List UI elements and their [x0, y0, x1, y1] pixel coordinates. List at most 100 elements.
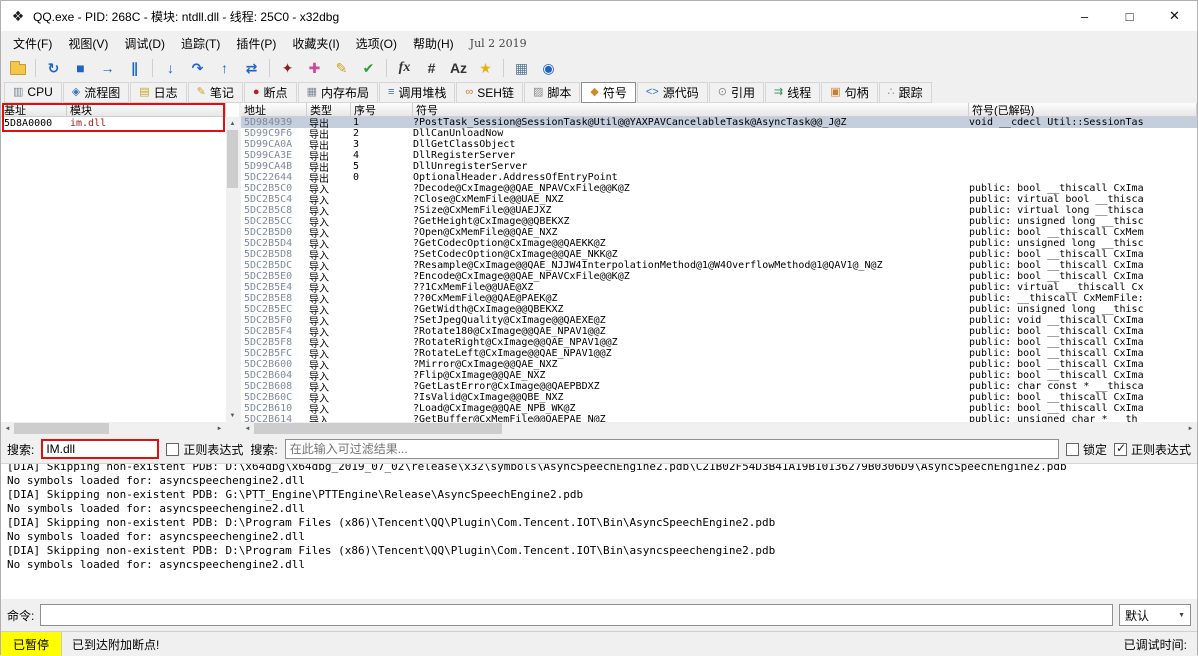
menu-favourites[interactable]: 收藏夹(I) — [284, 32, 347, 55]
tab-threads[interactable]: ⇉线程 — [765, 82, 820, 103]
minimize-button[interactable]: – — [1062, 1, 1107, 31]
module-row[interactable]: 5D8A0000im.dll — [1, 117, 226, 130]
command-profile-select[interactable]: 默认 ▼ — [1119, 604, 1191, 626]
symbol-row[interactable]: 5DC2B5F0导入?SetJpegQuality@CxImage@@QAEXE… — [241, 315, 1197, 326]
tab-handles[interactable]: ▣句柄 — [821, 82, 877, 103]
tab-script[interactable]: ▨脚本 — [524, 82, 580, 103]
symbol-row[interactable]: 5DC2B5E8导入??0CxMemFile@@QAE@PAEK@Zpublic… — [241, 293, 1197, 304]
tab-references[interactable]: ⊙引用 — [709, 82, 764, 103]
calculator-button[interactable]: fx — [392, 57, 417, 79]
close-button[interactable]: ✕ — [1152, 1, 1197, 31]
tab-call-stack[interactable]: ≡调用堆栈 — [379, 82, 455, 103]
scroll-down-button[interactable]: ▼ — [226, 409, 239, 422]
symbol-header-ordinal[interactable]: 序号 — [351, 103, 413, 117]
symbol-filter-input[interactable] — [285, 439, 1059, 459]
step-over-button[interactable]: ↷ — [185, 57, 210, 79]
step-into-button[interactable]: ↓ — [158, 57, 183, 79]
menu-view[interactable]: 视图(V) — [60, 32, 116, 55]
tab-graph[interactable]: ◈流程图 — [63, 82, 129, 103]
tab-trace[interactable]: ∴跟踪 — [879, 82, 932, 103]
tab-notes[interactable]: ✎笔记 — [188, 82, 243, 103]
symbol-row[interactable]: 5DC2B60C导入?IsValid@CxImage@@QBE_NXZpubli… — [241, 392, 1197, 403]
tab-seh-chain[interactable]: ∞SEH链 — [456, 82, 523, 103]
scroll-up-button[interactable]: ▲ — [226, 117, 239, 130]
lock-checkbox[interactable] — [1066, 443, 1079, 456]
comment-button[interactable]: ✎ — [329, 57, 354, 79]
run-to-user-code-button[interactable]: ⇄ — [239, 57, 264, 79]
open-file-button[interactable] — [5, 57, 30, 79]
execute-till-return-button[interactable]: ↑ — [212, 57, 237, 79]
symbol-row[interactable]: 5DC2B5CC导入?GetHeight@CxImage@@QBEKXZpubl… — [241, 216, 1197, 227]
tab-source[interactable]: <>源代码 — [637, 82, 708, 103]
symbol-row[interactable]: 5DC2B5D4导入?GetCodecOption@CxImage@@QAEKK… — [241, 238, 1197, 249]
symbol-header-address[interactable]: 地址 — [241, 103, 307, 117]
module-search-input[interactable] — [41, 439, 159, 459]
symbol-header-undecorated[interactable]: 符号(已解码) — [969, 103, 1197, 117]
symbol-row[interactable]: 5DC2B5EC导入?GetWidth@CxImage@@QBEKXZpubli… — [241, 304, 1197, 315]
symbol-row[interactable]: 5DC2B5E0导入?Encode@CxImage@@QAE_NPAVCxFil… — [241, 271, 1197, 282]
menu-debug[interactable]: 调试(D) — [116, 32, 173, 55]
scrollbar-track[interactable] — [226, 130, 239, 409]
tab-cpu[interactable]: ▥CPU — [4, 82, 62, 103]
check-button[interactable]: ✔ — [356, 57, 381, 79]
scroll-right-button[interactable]: ► — [213, 422, 226, 435]
symbol-header-symbol[interactable]: 符号 — [413, 103, 969, 117]
module-horizontal-scrollbar[interactable]: ◄ ► — [1, 422, 226, 435]
run-button[interactable]: → — [95, 57, 120, 79]
symbol-row[interactable]: 5DC2B5F8导入?RotateRight@CxImage@@QAE_NPAV… — [241, 337, 1197, 348]
scrollbar-track[interactable] — [254, 422, 1184, 435]
tab-symbols[interactable]: ◆符号 — [581, 82, 635, 103]
symbol-row[interactable]: 5DC2B5C8导入?Size@CxMemFile@@UAEJXZpublic:… — [241, 205, 1197, 216]
stop-button[interactable]: ■ — [68, 57, 93, 79]
tab-memory-map[interactable]: ▦内存布局 — [298, 82, 378, 103]
symbol-row[interactable]: 5DC2B5D0导入?Open@CxMemFile@@QAE_NXZpublic… — [241, 227, 1197, 238]
symbol-row[interactable]: 5DC2B610导入?Load@CxImage@@QAE_NPB_WK@Zpub… — [241, 403, 1197, 414]
command-input[interactable] — [40, 604, 1113, 626]
symbol-row[interactable]: 5DC2B608导入?GetLastError@CxImage@@QAEPBDX… — [241, 381, 1197, 392]
filter-regex-checkbox[interactable] — [1114, 443, 1127, 456]
symbol-row[interactable]: 5DC2B5F4导入?Rotate180@CxImage@@QAE_NPAV1@… — [241, 326, 1197, 337]
scrollbar-thumb[interactable] — [254, 423, 502, 434]
tab-log[interactable]: ▤日志 — [130, 82, 186, 103]
menu-trace[interactable]: 追踪(T) — [173, 32, 228, 55]
symbol-row[interactable]: 5D984939导出1?PostTask_Session@SessionTask… — [241, 117, 1197, 128]
scrollbar-track[interactable] — [14, 422, 213, 435]
tab-breakpoints[interactable]: ●断点 — [244, 82, 297, 103]
symbol-row[interactable]: 5DC2B600导入?Mirror@CxImage@@QAE_NXZpublic… — [241, 359, 1197, 370]
symbol-row[interactable]: 5DC2B5FC导入?RotateLeft@CxImage@@QAE_NPAV1… — [241, 348, 1197, 359]
scroll-left-button[interactable]: ◄ — [1, 422, 14, 435]
symbol-row[interactable]: 5D99CA0A导出3DllGetClassObject — [241, 139, 1197, 150]
symbol-row[interactable]: 5DC2B5C0导入?Decode@CxImage@@QAE_NPAVCxFil… — [241, 183, 1197, 194]
hash-button[interactable]: # — [419, 57, 444, 79]
symbol-row[interactable]: 5DC2B604导入?Flip@CxImage@@QAE_NXZpublic: … — [241, 370, 1197, 381]
symbol-row[interactable]: 5DC2B614导入?GetBuffer@CxMemFile@@QAEPAE_N… — [241, 414, 1197, 422]
symbol-row[interactable]: 5DC2B5C4导入?Close@CxMemFile@@UAE_NXZpubli… — [241, 194, 1197, 205]
menu-file[interactable]: 文件(F) — [5, 32, 60, 55]
regex-checkbox[interactable] — [166, 443, 179, 456]
symbol-row[interactable]: 5D99CA4B导出5DllUnregisterServer — [241, 161, 1197, 172]
module-header-base[interactable]: 基址 — [1, 103, 67, 117]
strings-button[interactable]: Az — [446, 57, 471, 79]
menu-help[interactable]: 帮助(H) — [405, 32, 462, 55]
memory-grid-button[interactable]: ▦ — [509, 57, 534, 79]
symbol-row[interactable]: 5D99C9F6导出2DllCanUnloadNow — [241, 128, 1197, 139]
symbol-header-type[interactable]: 类型 — [307, 103, 351, 117]
menu-options[interactable]: 选项(O) — [348, 32, 405, 55]
globe-button[interactable]: ◉ — [536, 57, 561, 79]
symbol-row[interactable]: 5DC2B5D8导入?SetCodecOption@CxImage@@QAE_N… — [241, 249, 1197, 260]
module-header-module[interactable]: 模块 — [67, 103, 226, 117]
symbol-row[interactable]: 5DC2B5E4导入??1CxMemFile@@UAE@XZpublic: vi… — [241, 282, 1197, 293]
settings-button[interactable]: ✦ — [275, 57, 300, 79]
module-vertical-scrollbar[interactable]: ▲ ▼ — [226, 117, 239, 422]
scrollbar-thumb[interactable] — [227, 130, 238, 188]
scrollbar-thumb[interactable] — [14, 423, 109, 434]
symbol-row[interactable]: 5DC22644导出0OptionalHeader.AddressOfEntry… — [241, 172, 1197, 183]
patches-button[interactable]: ✚ — [302, 57, 327, 79]
menu-plugins[interactable]: 插件(P) — [228, 32, 284, 55]
pause-button[interactable]: ∥ — [122, 57, 147, 79]
symbol-row[interactable]: 5D99CA3E导出4DllRegisterServer — [241, 150, 1197, 161]
scroll-right-button[interactable]: ► — [1184, 422, 1197, 435]
maximize-button[interactable]: □ — [1107, 1, 1152, 31]
symbol-row[interactable]: 5DC2B5DC导入?Resample@CxImage@@QAE_NJJW4In… — [241, 260, 1197, 271]
restart-button[interactable]: ↻ — [41, 57, 66, 79]
